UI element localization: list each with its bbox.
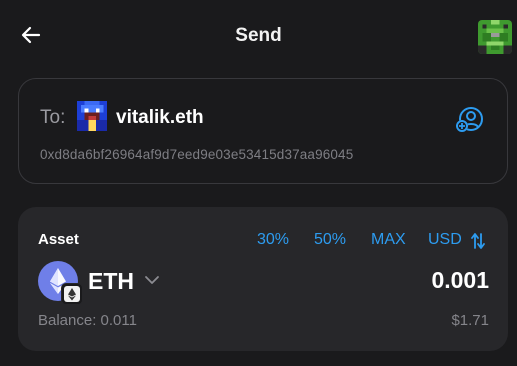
recipient-card[interactable]: To: vitalik.eth 0xd8da6bf26964af9d7eed9e…	[18, 78, 508, 184]
preset-max-button[interactable]: MAX	[371, 231, 406, 249]
currency-label: USD	[428, 231, 462, 248]
network-badge	[61, 283, 83, 305]
preset-30-button[interactable]: 30%	[257, 231, 289, 249]
recipient-name: vitalik.eth	[116, 107, 204, 128]
fiat-value: $1.71	[451, 312, 489, 329]
header: Send	[0, 0, 517, 70]
wallet-avatar-button[interactable]	[478, 20, 512, 54]
currency-toggle-button[interactable]: USD	[428, 231, 485, 249]
wallet-avatar-icon	[478, 20, 512, 54]
preset-50-button[interactable]: 50%	[314, 231, 346, 249]
to-label: To:	[40, 107, 66, 128]
recipient-address: 0xd8da6bf26964af9d7eed9e03e53415d37aa960…	[40, 147, 354, 162]
chevron-down-icon	[145, 276, 159, 284]
recipient-avatar	[77, 101, 107, 131]
token-symbol[interactable]: ETH	[88, 268, 134, 295]
contacts-button[interactable]	[455, 106, 485, 134]
amount-input[interactable]: 0.001	[431, 267, 489, 294]
swap-vertical-icon	[471, 233, 485, 249]
token-select-button[interactable]	[143, 271, 161, 289]
asset-card: Asset 30% 50% MAX USD ETH 0.001 Balance:…	[18, 207, 508, 351]
page-title: Send	[235, 25, 282, 46]
ethereum-network-icon	[64, 286, 80, 302]
balance-text: Balance: 0.011	[38, 312, 137, 329]
asset-label: Asset	[38, 231, 79, 248]
contacts-icon	[456, 107, 483, 132]
recipient-avatar-icon	[77, 101, 107, 131]
